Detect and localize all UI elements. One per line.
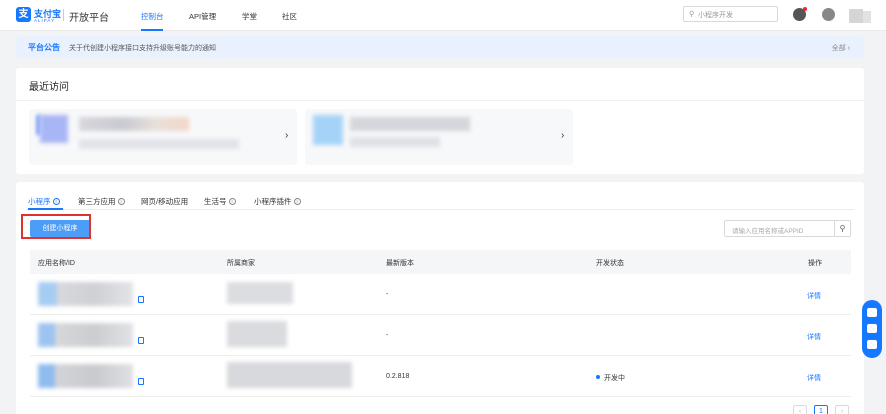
dev-status: 开发中 (596, 373, 625, 383)
table-row: 0.2.818 开发中 详情 (30, 356, 851, 397)
copy-icon[interactable] (138, 378, 144, 385)
app-name-blurred (38, 364, 133, 388)
app-icon-blurred (40, 115, 68, 143)
table-row: - 详情 (30, 315, 851, 356)
info-icon[interactable]: i (117, 198, 125, 205)
column-header-version: 最新版本 (386, 260, 414, 267)
top-navbar: 支 支付宝 ALIPAY 开放平台 控制台 API管理 学堂 社区 ⚲ 小程序开… (0, 0, 886, 31)
tab-label: 第三方应用 (78, 197, 116, 206)
version-value: 0.2.818 (386, 373, 410, 380)
app-name-blurred (79, 117, 189, 131)
highlight-box (21, 214, 91, 239)
notification-dot (803, 7, 807, 11)
recent-visits-title: 最近访问 (29, 82, 69, 93)
recent-app-card[interactable]: › (305, 109, 573, 165)
table-header: 应用名称/ID 所属商家 最新版本 开发状态 操作 (30, 250, 851, 274)
app-id-blurred (79, 139, 239, 149)
chevron-right-icon[interactable]: › (561, 130, 564, 141)
floating-help-bar (862, 300, 882, 358)
chevron-right-icon[interactable]: › (285, 130, 288, 141)
page-number[interactable]: 1 (814, 405, 828, 414)
column-header-actions: 操作 (808, 260, 822, 267)
tab-web-mobile-app[interactable]: 网页/移动应用 (141, 196, 188, 207)
status-dot (596, 375, 600, 379)
app-search-placeholder: 请输入应用名称或APPID (732, 228, 804, 235)
chat-icon[interactable] (867, 324, 877, 333)
search-icon[interactable]: ⚲ (834, 221, 850, 236)
announcement-text[interactable]: 关于代创建小程序接口支持升级账号能力的通知 (69, 43, 216, 53)
announcement-all-label: 全部 (831, 45, 846, 52)
tab-active-indicator (28, 208, 63, 210)
info-icon[interactable]: i (293, 198, 301, 205)
app-name-blurred (38, 282, 133, 306)
search-icon: ⚲ (689, 11, 695, 18)
help-icon[interactable] (867, 308, 877, 317)
detail-link[interactable]: 详情 (807, 291, 821, 301)
info-icon[interactable]: i (228, 198, 236, 205)
tab-label: 小程序插件 (254, 197, 292, 206)
copy-icon[interactable] (138, 337, 144, 344)
nav-community[interactable]: 社区 (282, 11, 297, 22)
tabs-divider (26, 209, 854, 210)
top-search-input[interactable]: ⚲ 小程序开发 (683, 6, 778, 22)
tab-mini-program[interactable]: 小程序 i (28, 196, 60, 207)
detail-link[interactable]: 详情 (807, 373, 821, 383)
app-icon-blurred (313, 115, 343, 145)
tab-label: 生活号 (204, 197, 227, 206)
column-header-app-name: 应用名称/ID (38, 260, 75, 267)
prev-page-button[interactable]: ‹ (793, 405, 807, 414)
tab-label: 小程序 (28, 197, 51, 206)
version-value: - (386, 291, 389, 298)
tab-label: 网页/移动应用 (141, 197, 189, 206)
recent-visits-card: 最近访问 › › (16, 68, 864, 174)
divider (16, 100, 864, 101)
status-label: 开发中 (604, 375, 625, 382)
notification-bell-icon[interactable] (793, 7, 807, 21)
version-value: - (386, 332, 389, 339)
alipay-logo-icon[interactable]: 支 (16, 7, 31, 22)
merchant-blurred (227, 282, 293, 304)
tab-life-account[interactable]: 生活号 i (204, 196, 236, 207)
announcement-all-link[interactable]: 全部 › (832, 43, 850, 53)
app-list-card: 小程序 i 第三方应用 i 网页/移动应用 生活号 i 小程序插件 i 创建小程序 请输… (16, 182, 864, 414)
logo-divider (63, 9, 64, 21)
avatar[interactable] (849, 9, 863, 23)
top-search-placeholder: 小程序开发 (698, 12, 733, 19)
logo-subtext: ALIPAY (34, 18, 56, 23)
app-name-blurred (38, 323, 133, 347)
column-header-merchant: 所属商家 (227, 260, 255, 267)
nav-active-indicator (141, 29, 163, 31)
nav-academy[interactable]: 学堂 (242, 11, 257, 22)
tab-third-party-app[interactable]: 第三方应用 i (78, 196, 125, 207)
nav-console[interactable]: 控制台 (141, 11, 164, 22)
nav-api[interactable]: API管理 (189, 11, 216, 22)
merchant-blurred (227, 321, 287, 347)
table-row: - 详情 (30, 274, 851, 315)
app-id-blurred (350, 137, 440, 147)
copy-icon[interactable] (138, 296, 144, 303)
tab-mini-program-plugin[interactable]: 小程序插件 i (254, 196, 301, 207)
info-icon[interactable]: i (52, 198, 60, 205)
platform-title[interactable]: 开放平台 (69, 9, 109, 24)
detail-link[interactable]: 详情 (807, 332, 821, 342)
merchant-blurred (227, 362, 352, 388)
account-menu[interactable] (863, 11, 871, 23)
app-name-blurred (350, 117, 470, 131)
column-header-dev-status: 开发状态 (596, 260, 624, 267)
announcement-bar: 平台公告 关于代创建小程序接口支持升级账号能力的通知 全部 › (16, 36, 864, 58)
feedback-icon[interactable] (867, 340, 877, 349)
message-icon[interactable] (822, 8, 835, 21)
announcement-title: 平台公告 (28, 43, 60, 52)
next-page-button[interactable]: › (835, 405, 849, 414)
recent-app-card[interactable]: › (29, 109, 297, 165)
app-search-input[interactable]: 请输入应用名称或APPID ⚲ (724, 220, 851, 237)
